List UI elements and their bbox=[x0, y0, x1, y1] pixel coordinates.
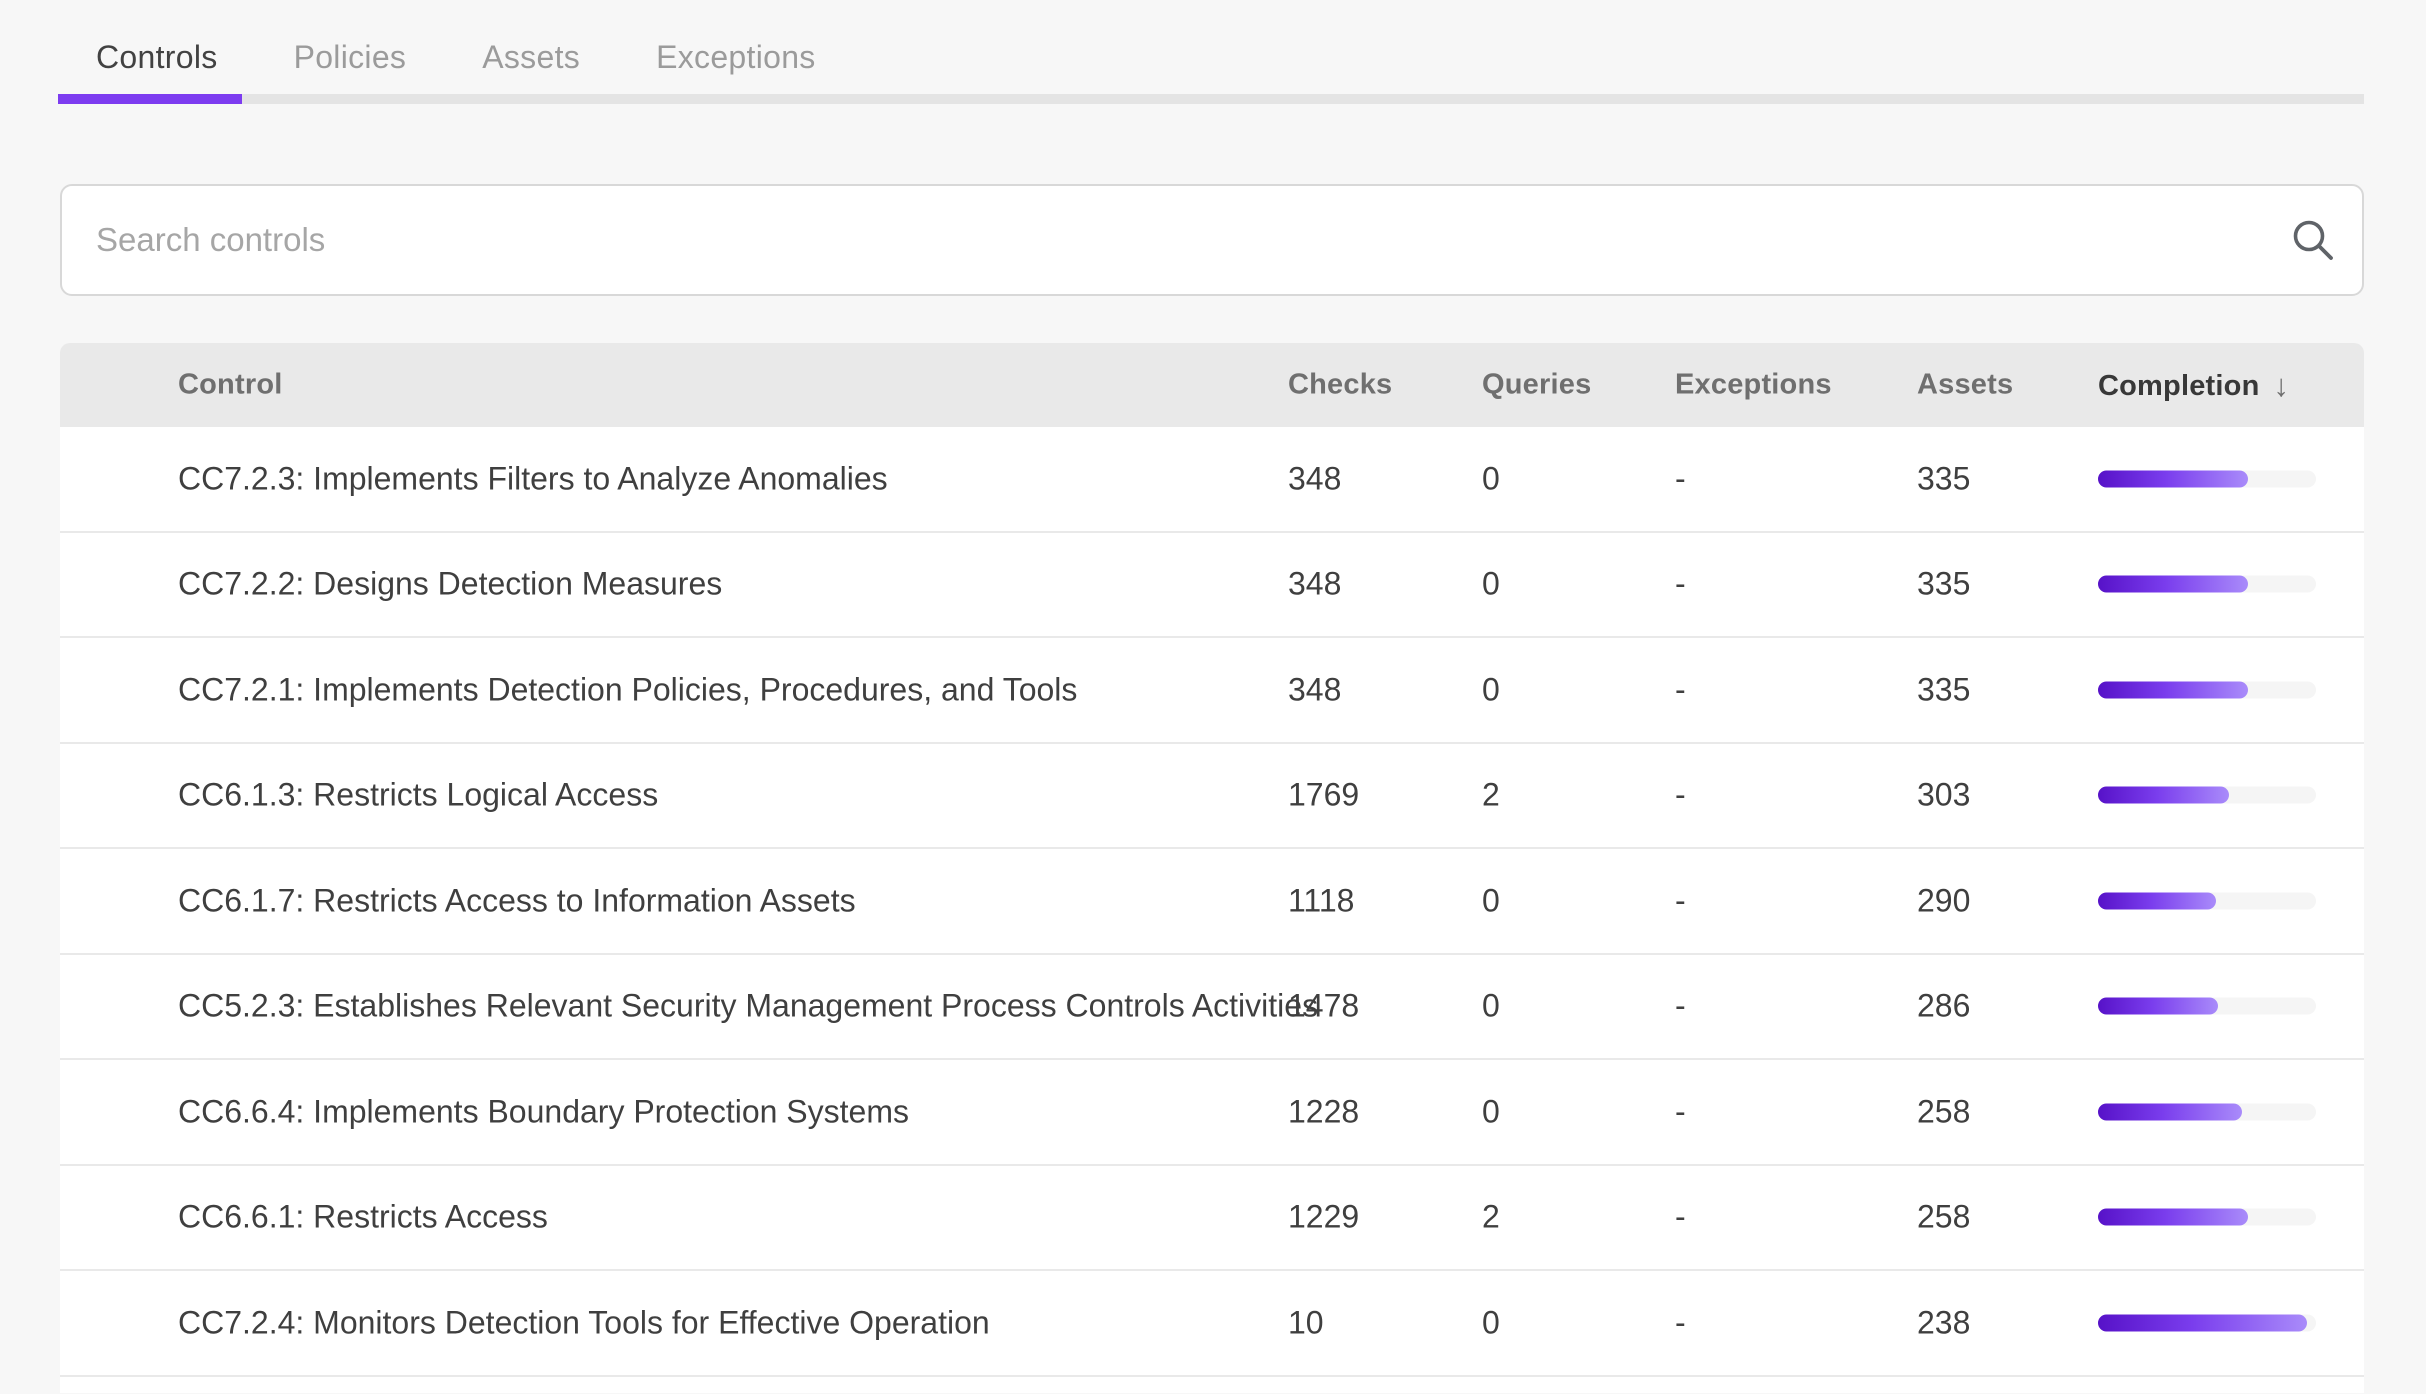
table-row[interactable]: CC6.6.1: Restricts Access 1229 2 - 258 bbox=[60, 1166, 2364, 1272]
table-header: Control Checks Queries Exceptions Assets… bbox=[60, 343, 2364, 427]
completion-bar-fill bbox=[2098, 1103, 2242, 1120]
cell-queries: 0 bbox=[1482, 1304, 1500, 1341]
completion-bar-fill bbox=[2098, 1209, 2248, 1226]
completion-bar-fill bbox=[2098, 470, 2248, 487]
completion-bar-track bbox=[2098, 470, 2316, 487]
table-row[interactable]: CC5.2.3: Establishes Relevant Security M… bbox=[60, 955, 2364, 1061]
cell-queries: 0 bbox=[1482, 671, 1500, 708]
cell-exceptions: - bbox=[1675, 882, 1686, 919]
column-header-completion[interactable]: Completion ↓ bbox=[2098, 367, 2289, 403]
completion-bar-fill bbox=[2098, 681, 2248, 698]
cell-assets: 286 bbox=[1917, 988, 1970, 1025]
completion-bar-track bbox=[2098, 998, 2316, 1015]
sort-desc-icon: ↓ bbox=[2274, 368, 2290, 404]
controls-page: { "tabs": [ {"label": "Controls", "activ… bbox=[0, 0, 2426, 1394]
active-tab-indicator bbox=[58, 94, 242, 104]
cell-assets: 335 bbox=[1917, 566, 1970, 603]
cell-queries: 2 bbox=[1482, 1199, 1500, 1236]
table-row[interactable]: CC6.6.4: Implements Boundary Protection … bbox=[60, 1060, 2364, 1166]
cell-control: CC6.6.4: Implements Boundary Protection … bbox=[178, 1093, 909, 1130]
table-row[interactable]: CC6.1.3: Restricts Logical Access 1769 2… bbox=[60, 744, 2364, 850]
cell-assets: 258 bbox=[1917, 1093, 1970, 1130]
completion-bar-track bbox=[2098, 1314, 2316, 1331]
completion-bar-fill bbox=[2098, 576, 2248, 593]
column-header-exceptions[interactable]: Exceptions bbox=[1675, 369, 1832, 402]
tab-exceptions[interactable]: Exceptions bbox=[618, 39, 854, 76]
column-header-checks[interactable]: Checks bbox=[1288, 369, 1392, 402]
cell-checks: 1228 bbox=[1288, 1093, 1359, 1130]
table-row-partial bbox=[60, 1377, 2364, 1393]
cell-control: CC6.6.1: Restricts Access bbox=[178, 1199, 548, 1236]
table-row[interactable]: CC6.1.7: Restricts Access to Information… bbox=[60, 849, 2364, 955]
cell-checks: 10 bbox=[1288, 1304, 1324, 1341]
cell-exceptions: - bbox=[1675, 1304, 1686, 1341]
cell-checks: 1229 bbox=[1288, 1199, 1359, 1236]
completion-bar-fill bbox=[2098, 998, 2218, 1015]
tab-assets[interactable]: Assets bbox=[444, 39, 618, 76]
cell-control: CC6.1.7: Restricts Access to Information… bbox=[178, 882, 856, 919]
column-header-control[interactable]: Control bbox=[178, 369, 283, 402]
cell-exceptions: - bbox=[1675, 777, 1686, 814]
cell-control: CC7.2.1: Implements Detection Policies, … bbox=[178, 671, 1077, 708]
completion-bar-fill bbox=[2098, 892, 2216, 909]
cell-exceptions: - bbox=[1675, 566, 1686, 603]
cell-checks: 1769 bbox=[1288, 777, 1359, 814]
cell-queries: 0 bbox=[1482, 460, 1500, 497]
search-box bbox=[60, 184, 2364, 296]
table-body: CC7.2.3: Implements Filters to Analyze A… bbox=[60, 427, 2364, 1377]
cell-assets: 238 bbox=[1917, 1304, 1970, 1341]
cell-assets: 335 bbox=[1917, 671, 1970, 708]
completion-bar-fill bbox=[2098, 1314, 2307, 1331]
cell-control: CC5.2.3: Establishes Relevant Security M… bbox=[178, 988, 1318, 1025]
cell-exceptions: - bbox=[1675, 1093, 1686, 1130]
completion-bar-track bbox=[2098, 1209, 2316, 1226]
cell-queries: 0 bbox=[1482, 988, 1500, 1025]
completion-bar-track bbox=[2098, 576, 2316, 593]
completion-bar-track bbox=[2098, 787, 2316, 804]
search-input[interactable] bbox=[94, 220, 2290, 260]
cell-assets: 303 bbox=[1917, 777, 1970, 814]
cell-queries: 0 bbox=[1482, 1093, 1500, 1130]
cell-checks: 1118 bbox=[1288, 882, 1354, 919]
tab-track-divider bbox=[60, 94, 2364, 104]
cell-exceptions: - bbox=[1675, 671, 1686, 708]
tab-policies[interactable]: Policies bbox=[256, 39, 445, 76]
cell-control: CC7.2.4: Monitors Detection Tools for Ef… bbox=[178, 1304, 990, 1341]
cell-checks: 348 bbox=[1288, 671, 1341, 708]
cell-control: CC6.1.3: Restricts Logical Access bbox=[178, 777, 658, 814]
completion-bar-track bbox=[2098, 681, 2316, 698]
completion-bar-track bbox=[2098, 1103, 2316, 1120]
table-row[interactable]: CC7.2.3: Implements Filters to Analyze A… bbox=[60, 427, 2364, 533]
cell-checks: 348 bbox=[1288, 460, 1341, 497]
tab-bar: Controls Policies Assets Exceptions bbox=[58, 0, 854, 104]
completion-bar-fill bbox=[2098, 787, 2229, 804]
cell-control: CC7.2.3: Implements Filters to Analyze A… bbox=[178, 460, 888, 497]
cell-queries: 0 bbox=[1482, 882, 1500, 919]
cell-control: CC7.2.2: Designs Detection Measures bbox=[178, 566, 722, 603]
cell-assets: 290 bbox=[1917, 882, 1970, 919]
cell-exceptions: - bbox=[1675, 460, 1686, 497]
cell-assets: 258 bbox=[1917, 1199, 1970, 1236]
table-row[interactable]: CC7.2.2: Designs Detection Measures 348 … bbox=[60, 533, 2364, 639]
search-icon[interactable] bbox=[2290, 217, 2336, 263]
cell-assets: 335 bbox=[1917, 460, 1970, 497]
completion-bar-track bbox=[2098, 892, 2316, 909]
cell-queries: 0 bbox=[1482, 566, 1500, 603]
column-header-completion-label: Completion bbox=[2098, 370, 2260, 402]
table-row[interactable]: CC7.2.4: Monitors Detection Tools for Ef… bbox=[60, 1271, 2364, 1377]
cell-exceptions: - bbox=[1675, 1199, 1686, 1236]
column-header-queries[interactable]: Queries bbox=[1482, 369, 1591, 402]
cell-exceptions: - bbox=[1675, 988, 1686, 1025]
controls-table: Control Checks Queries Exceptions Assets… bbox=[60, 343, 2364, 1393]
cell-checks: 348 bbox=[1288, 566, 1341, 603]
column-header-assets[interactable]: Assets bbox=[1917, 369, 2013, 402]
cell-checks: 1478 bbox=[1288, 988, 1359, 1025]
tab-controls[interactable]: Controls bbox=[58, 39, 256, 76]
table-row[interactable]: CC7.2.1: Implements Detection Policies, … bbox=[60, 638, 2364, 744]
cell-queries: 2 bbox=[1482, 777, 1500, 814]
